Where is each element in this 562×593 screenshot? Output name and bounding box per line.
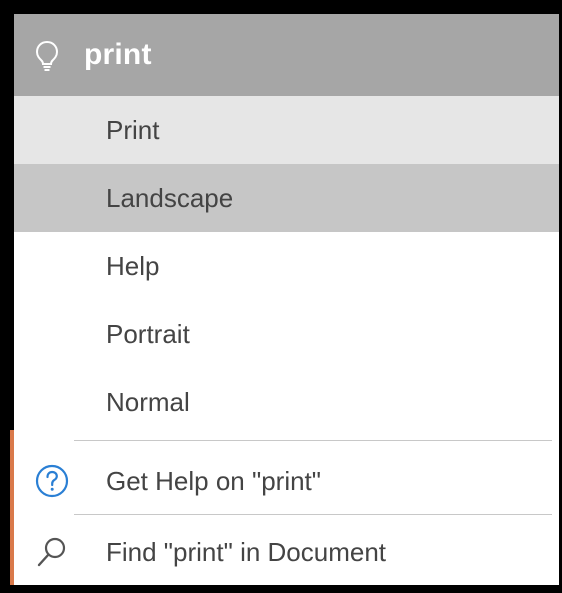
result-item-help[interactable]: Help <box>14 232 559 300</box>
result-item-label: Portrait <box>106 319 190 349</box>
result-item-label: Landscape <box>106 183 234 213</box>
result-item-label: Help <box>106 251 160 281</box>
result-item-portrait[interactable]: Portrait <box>14 300 559 368</box>
app-frame: print Print Landscape Help Portrait Norm… <box>0 0 562 593</box>
menu-divider <box>74 514 552 515</box>
result-item-label: Normal <box>106 387 190 417</box>
search-icon <box>37 537 66 567</box>
tell-me-search-bar[interactable]: print <box>14 14 559 96</box>
get-help-label: Get Help on "print" <box>106 466 322 496</box>
find-in-document-label: Find "print" in Document <box>106 537 387 567</box>
get-help-button[interactable]: Get Help on "print" <box>14 446 559 516</box>
result-item-landscape[interactable]: Landscape <box>14 164 559 232</box>
result-item-label: Print <box>106 115 160 145</box>
search-query[interactable]: print <box>84 34 152 76</box>
menu-divider <box>74 440 552 441</box>
help-circle-icon <box>35 464 69 498</box>
search-results-menu: Print Landscape Help Portrait Normal Get… <box>14 96 559 585</box>
lightbulb-icon <box>35 40 59 71</box>
result-item-normal[interactable]: Normal <box>14 368 559 434</box>
find-in-document-button[interactable]: Find "print" in Document <box>14 517 559 587</box>
result-item-print[interactable]: Print <box>14 96 559 164</box>
